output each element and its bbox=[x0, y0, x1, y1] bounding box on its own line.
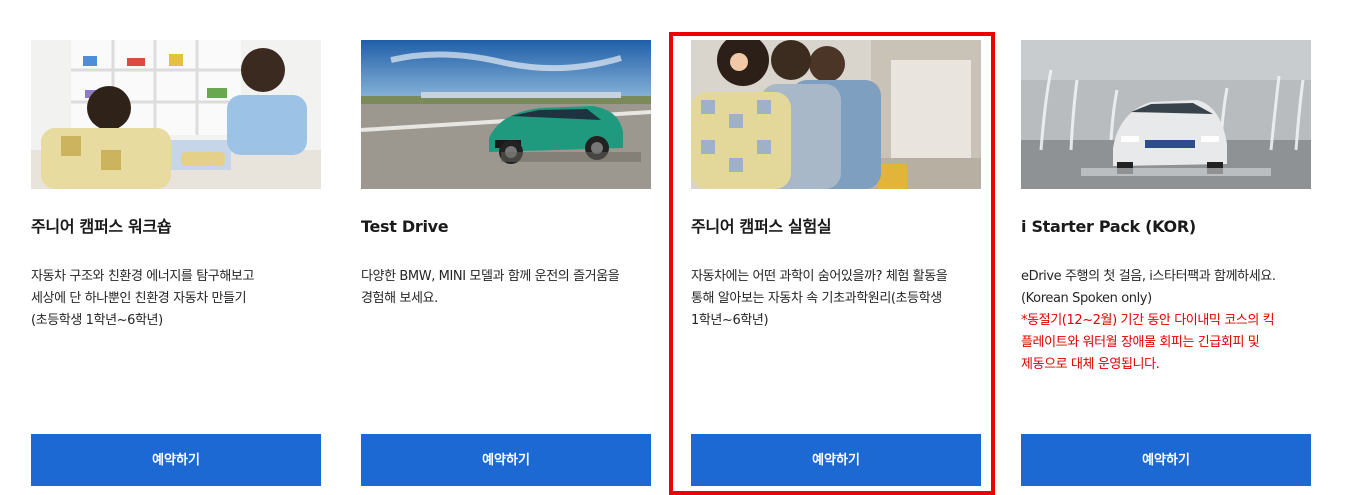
desc-line: 세상에 단 하나뿐인 친환경 자동차 만들기 bbox=[31, 291, 247, 306]
lab-photo bbox=[691, 40, 981, 189]
notice-line: 제동으로 대체 운영됩니다. bbox=[1021, 357, 1160, 372]
test-drive-photo bbox=[361, 40, 651, 189]
card-image-lab[interactable] bbox=[691, 40, 981, 189]
desc-line: 1학년~6학년) bbox=[691, 313, 769, 328]
i-starter-pack-photo bbox=[1021, 40, 1311, 189]
card-description: 다양한 BMW, MINI 모델과 함께 운전의 즐거움을 경험해 보세요. bbox=[361, 266, 653, 310]
desc-line: eDrive 주행의 첫 걸음, i스타터팩과 함께하세요. bbox=[1021, 269, 1276, 284]
program-card-junior-workshop: 주니어 캠퍼스 워크숍 자동차 구조와 친환경 에너지를 탐구해보고 세상에 단… bbox=[31, 40, 321, 486]
card-title: 주니어 캠퍼스 워크숍 bbox=[31, 217, 172, 236]
program-card-junior-lab: 주니어 캠퍼스 실험실 자동차에는 어떤 과학이 숨어있을까? 체험 활동을 통… bbox=[691, 40, 981, 486]
reserve-button[interactable]: 예약하기 bbox=[31, 434, 321, 486]
reserve-button[interactable]: 예약하기 bbox=[691, 434, 981, 486]
card-image-i-starter-pack[interactable] bbox=[1021, 40, 1311, 189]
workshop-photo bbox=[31, 40, 321, 189]
card-image-workshop[interactable] bbox=[31, 40, 321, 189]
desc-line: 통해 알아보는 자동차 속 기초과학원리(초등학생 bbox=[691, 291, 942, 306]
desc-line: 자동차 구조와 친환경 에너지를 탐구해보고 bbox=[31, 269, 255, 284]
card-title: i Starter Pack (KOR) bbox=[1021, 217, 1196, 236]
card-image-test-drive[interactable] bbox=[361, 40, 651, 189]
desc-line: (Korean Spoken only) bbox=[1021, 291, 1152, 306]
desc-line: 자동차에는 어떤 과학이 숨어있을까? 체험 활동을 bbox=[691, 269, 948, 284]
card-title: Test Drive bbox=[361, 217, 449, 236]
card-description: eDrive 주행의 첫 걸음, i스타터팩과 함께하세요. (Korean S… bbox=[1021, 266, 1313, 376]
program-card-i-starter-pack: i Starter Pack (KOR) eDrive 주행의 첫 걸음, i스… bbox=[1021, 40, 1311, 486]
reserve-button[interactable]: 예약하기 bbox=[1021, 434, 1311, 486]
reserve-button[interactable]: 예약하기 bbox=[361, 434, 651, 486]
card-description: 자동차에는 어떤 과학이 숨어있을까? 체험 활동을 통해 알아보는 자동차 속… bbox=[691, 266, 983, 332]
notice-line: *동절기(12~2월) 기간 동안 다이내믹 코스의 킥 bbox=[1021, 313, 1275, 328]
card-title: 주니어 캠퍼스 실험실 bbox=[691, 217, 832, 236]
desc-line: (초등학생 1학년~6학년) bbox=[31, 313, 163, 328]
desc-line: 경험해 보세요. bbox=[361, 291, 438, 306]
desc-line: 다양한 BMW, MINI 모델과 함께 운전의 즐거움을 bbox=[361, 269, 620, 284]
notice-line: 플레이트와 워터월 장애물 회피는 긴급회피 및 bbox=[1021, 335, 1260, 350]
program-card-test-drive: Test Drive 다양한 BMW, MINI 모델과 함께 운전의 즐거움을… bbox=[361, 40, 651, 486]
card-description: 자동차 구조와 친환경 에너지를 탐구해보고 세상에 단 하나뿐인 친환경 자동… bbox=[31, 266, 323, 332]
